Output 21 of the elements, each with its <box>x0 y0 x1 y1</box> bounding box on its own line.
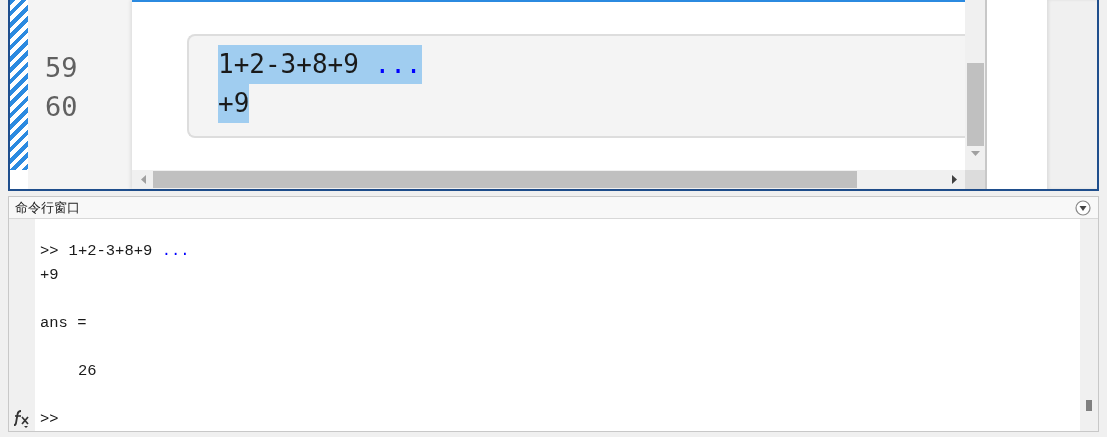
scrollbar-corner <box>965 170 985 189</box>
fx-icon[interactable] <box>12 409 32 429</box>
output-text: ans = <box>40 313 87 334</box>
prompt: >> <box>40 241 59 262</box>
line-number: 59 <box>45 51 78 85</box>
scrollbar-thumb[interactable] <box>1086 400 1092 411</box>
scrollbar-thumb[interactable] <box>966 63 984 146</box>
vertical-scrollbar[interactable] <box>1080 219 1098 431</box>
prompt[interactable]: >> <box>40 410 59 428</box>
command-text: 1+2-3+8+9 ... <box>68 241 190 262</box>
dropdown-icon[interactable] <box>1075 199 1091 216</box>
right-arrow-icon[interactable] <box>952 175 957 184</box>
output-text: 26 <box>78 361 97 382</box>
down-arrow-icon[interactable] <box>970 151 980 156</box>
line-number: 60 <box>45 90 78 124</box>
command-text: +9 <box>40 265 59 286</box>
horizontal-scrollbar[interactable] <box>132 170 965 189</box>
scrollbar-thumb[interactable] <box>153 171 857 188</box>
panel-title: 命令行窗口 <box>15 198 80 217</box>
vertical-scrollbar[interactable] <box>965 0 985 170</box>
left-arrow-icon[interactable] <box>141 175 146 184</box>
